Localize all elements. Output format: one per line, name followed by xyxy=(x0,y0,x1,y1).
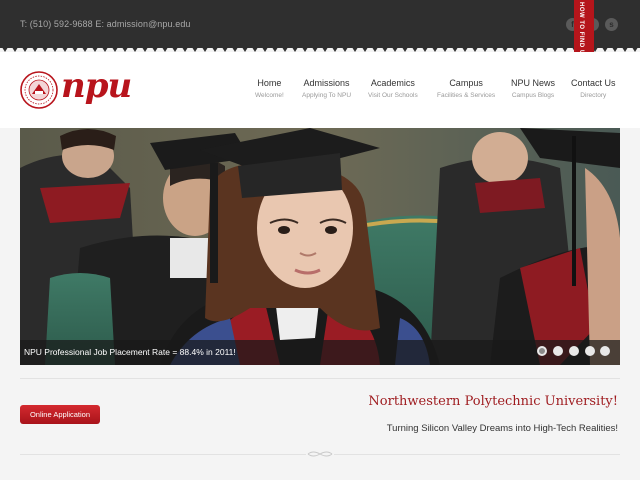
nav-home[interactable]: Home Welcome! xyxy=(255,78,284,99)
logo-wordmark[interactable]: npu xyxy=(61,66,132,106)
nav-news[interactable]: NPU News Campus Blogs xyxy=(511,78,555,99)
nav-news-title[interactable]: NPU News xyxy=(511,78,555,88)
ribbon-label[interactable]: HOW TO FIND US xyxy=(578,2,584,59)
graduation-photo xyxy=(20,128,620,365)
nav-news-subtitle: Campus Blogs xyxy=(511,92,555,99)
hero-slider[interactable]: NPU Professional Job Placement Rate = 88… xyxy=(20,128,620,365)
nav-admissions-title[interactable]: Admissions xyxy=(302,78,351,88)
nav-contact-title[interactable]: Contact Us xyxy=(571,78,616,88)
nav-academics-title[interactable]: Academics xyxy=(368,78,418,88)
online-application-button[interactable]: Online Application xyxy=(20,405,100,424)
slide-dot-1[interactable] xyxy=(537,346,547,356)
nav-academics[interactable]: Academics Visit Our Schools xyxy=(368,78,418,99)
slider-caption-bar: NPU Professional Job Placement Rate = 88… xyxy=(20,340,620,365)
slide-dot-4[interactable] xyxy=(585,346,595,356)
nav-home-title[interactable]: Home xyxy=(255,78,284,88)
nav-admissions[interactable]: Admissions Applying To NPU xyxy=(302,78,351,99)
divider-top xyxy=(20,378,620,379)
slide-dot-2[interactable] xyxy=(553,346,563,356)
university-seal-icon[interactable] xyxy=(20,71,58,109)
ornament-icon xyxy=(306,450,334,458)
slide-dot-3[interactable] xyxy=(569,346,579,356)
slider-caption[interactable]: NPU Professional Job Placement Rate = 88… xyxy=(24,347,236,357)
contact-info: T: (510) 592-9688 E: admission@npu.edu xyxy=(20,19,191,29)
nav-contact[interactable]: Contact Us Directory xyxy=(571,78,616,99)
nav-home-subtitle: Welcome! xyxy=(255,92,284,99)
nav-campus[interactable]: Campus Facilities & Services xyxy=(437,78,495,99)
university-tagline: Turning Silicon Valley Dreams into High-… xyxy=(386,423,618,434)
nav-campus-subtitle: Facilities & Services xyxy=(437,92,496,99)
university-heading: Northwestern Polytechnic University! xyxy=(368,394,618,409)
slide-dot-5[interactable] xyxy=(600,346,610,356)
skype-icon[interactable]: s xyxy=(605,18,618,31)
nav-admissions-subtitle: Applying To NPU xyxy=(302,92,352,99)
nav-campus-title[interactable]: Campus xyxy=(437,78,495,88)
nav-academics-subtitle: Visit Our Schools xyxy=(368,92,418,99)
nav-contact-subtitle: Directory xyxy=(580,92,607,99)
